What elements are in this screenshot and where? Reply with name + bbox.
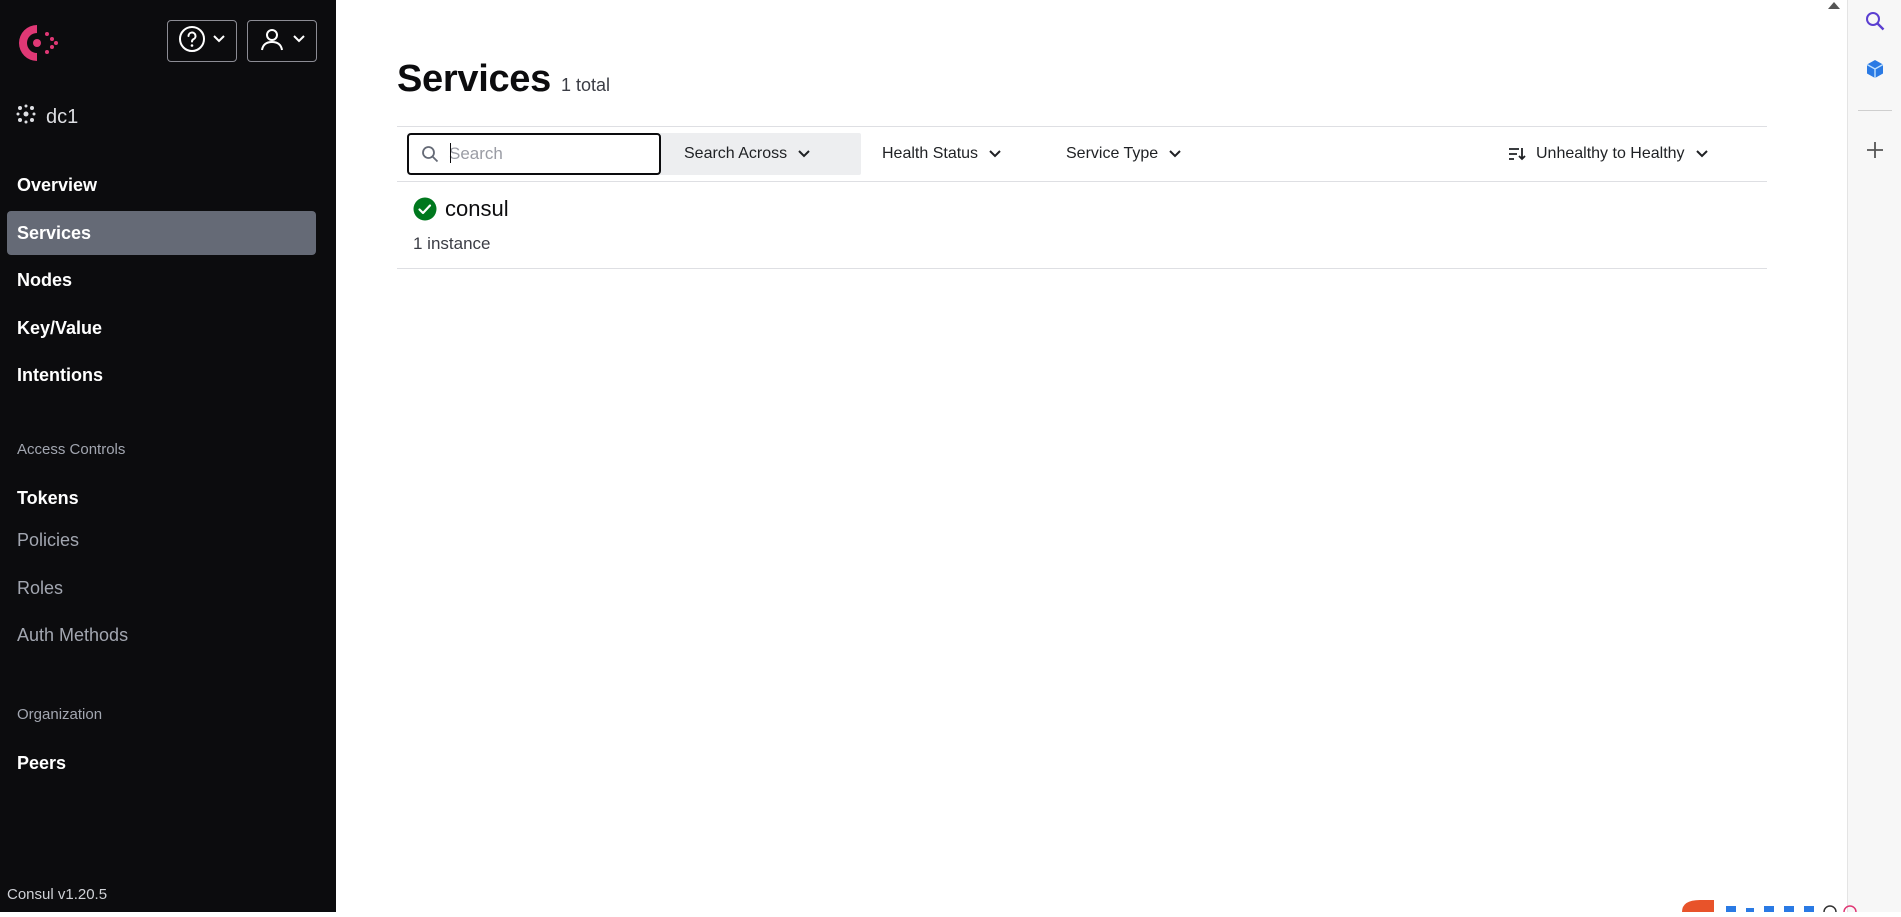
page-title: Services	[397, 58, 551, 100]
page-header: Services 1 total	[397, 58, 610, 101]
browser-side-panel	[1847, 0, 1901, 912]
sidebar-item-roles[interactable]: Roles	[7, 566, 316, 610]
service-link[interactable]: consul	[445, 196, 509, 222]
scrollbar[interactable]	[1821, 0, 1847, 912]
panel-divider	[1858, 110, 1892, 111]
access-controls-heading: Access Controls	[17, 441, 126, 458]
organization-heading: Organization	[17, 706, 103, 723]
health-status-label: Health Status	[882, 145, 979, 162]
filter-bar: Search Across Health Status Service Type…	[397, 126, 1767, 182]
add-icon[interactable]	[1862, 137, 1888, 163]
chevron-down-icon	[1169, 150, 1181, 158]
sidebar-item-services[interactable]: Services	[7, 211, 316, 255]
instance-count: 1 instance	[413, 234, 491, 253]
text-cursor	[450, 143, 451, 163]
check-circle-icon	[413, 197, 437, 221]
user-icon	[258, 25, 286, 58]
sidebar-item-key-value[interactable]: Key/Value	[7, 306, 316, 350]
sidebar-item-peers[interactable]: Peers	[7, 741, 316, 785]
datacenter-selector[interactable]: dc1	[16, 104, 78, 130]
search-across-dropdown[interactable]: Search Across	[684, 134, 811, 174]
scroll-up-arrow-icon[interactable]	[1828, 2, 1840, 9]
search-field[interactable]	[407, 133, 661, 175]
system-tray	[1680, 894, 1870, 917]
service-name-row: consul	[413, 196, 509, 222]
consul-logo[interactable]	[14, 20, 60, 66]
sidebar-item-tokens[interactable]: Tokens	[7, 476, 316, 520]
sidebar-item-policies[interactable]: Policies	[7, 518, 316, 562]
sidebar: dc1 Overview Services Nodes Key/Value In…	[0, 0, 336, 912]
service-type-dropdown[interactable]: Service Type	[1066, 134, 1182, 174]
chevron-down-icon	[989, 150, 1001, 158]
search-input[interactable]	[447, 143, 631, 165]
sidebar-item-nodes[interactable]: Nodes	[7, 258, 316, 302]
sidebar-item-overview[interactable]: Overview	[7, 163, 316, 207]
chevron-down-icon	[292, 32, 306, 51]
datacenter-label: dc1	[46, 105, 79, 128]
extension-cube-icon[interactable]	[1862, 56, 1888, 82]
app-tray-icon[interactable]	[1682, 900, 1714, 912]
search-across-label: Search Across	[684, 145, 788, 162]
service-count: 1 total	[560, 75, 611, 95]
user-menu-button[interactable]	[247, 20, 317, 62]
help-menu-button[interactable]	[167, 20, 237, 62]
sidebar-item-intentions[interactable]: Intentions	[7, 353, 316, 397]
search-icon[interactable]	[1862, 8, 1888, 34]
main-content: Services 1 total Search Across Health St…	[336, 0, 1847, 912]
chevron-down-icon	[212, 32, 226, 51]
service-type-label: Service Type	[1066, 145, 1159, 162]
search-icon	[422, 146, 439, 163]
datacenter-icon	[16, 104, 36, 130]
health-status-dropdown[interactable]: Health Status	[882, 134, 1002, 174]
sort-icon	[1509, 148, 1526, 161]
sidebar-item-auth-methods[interactable]: Auth Methods	[7, 613, 316, 657]
chevron-down-icon	[1695, 150, 1708, 158]
sort-dropdown[interactable]: Unhealthy to Healthy	[1508, 134, 1709, 174]
sort-label: Unhealthy to Healthy	[1536, 145, 1685, 162]
chevron-down-icon	[798, 150, 810, 158]
list-item[interactable]: consul 1 instance	[397, 182, 1767, 269]
version-label: Consul v1.20.5	[7, 886, 108, 903]
help-circle-icon	[178, 25, 206, 58]
